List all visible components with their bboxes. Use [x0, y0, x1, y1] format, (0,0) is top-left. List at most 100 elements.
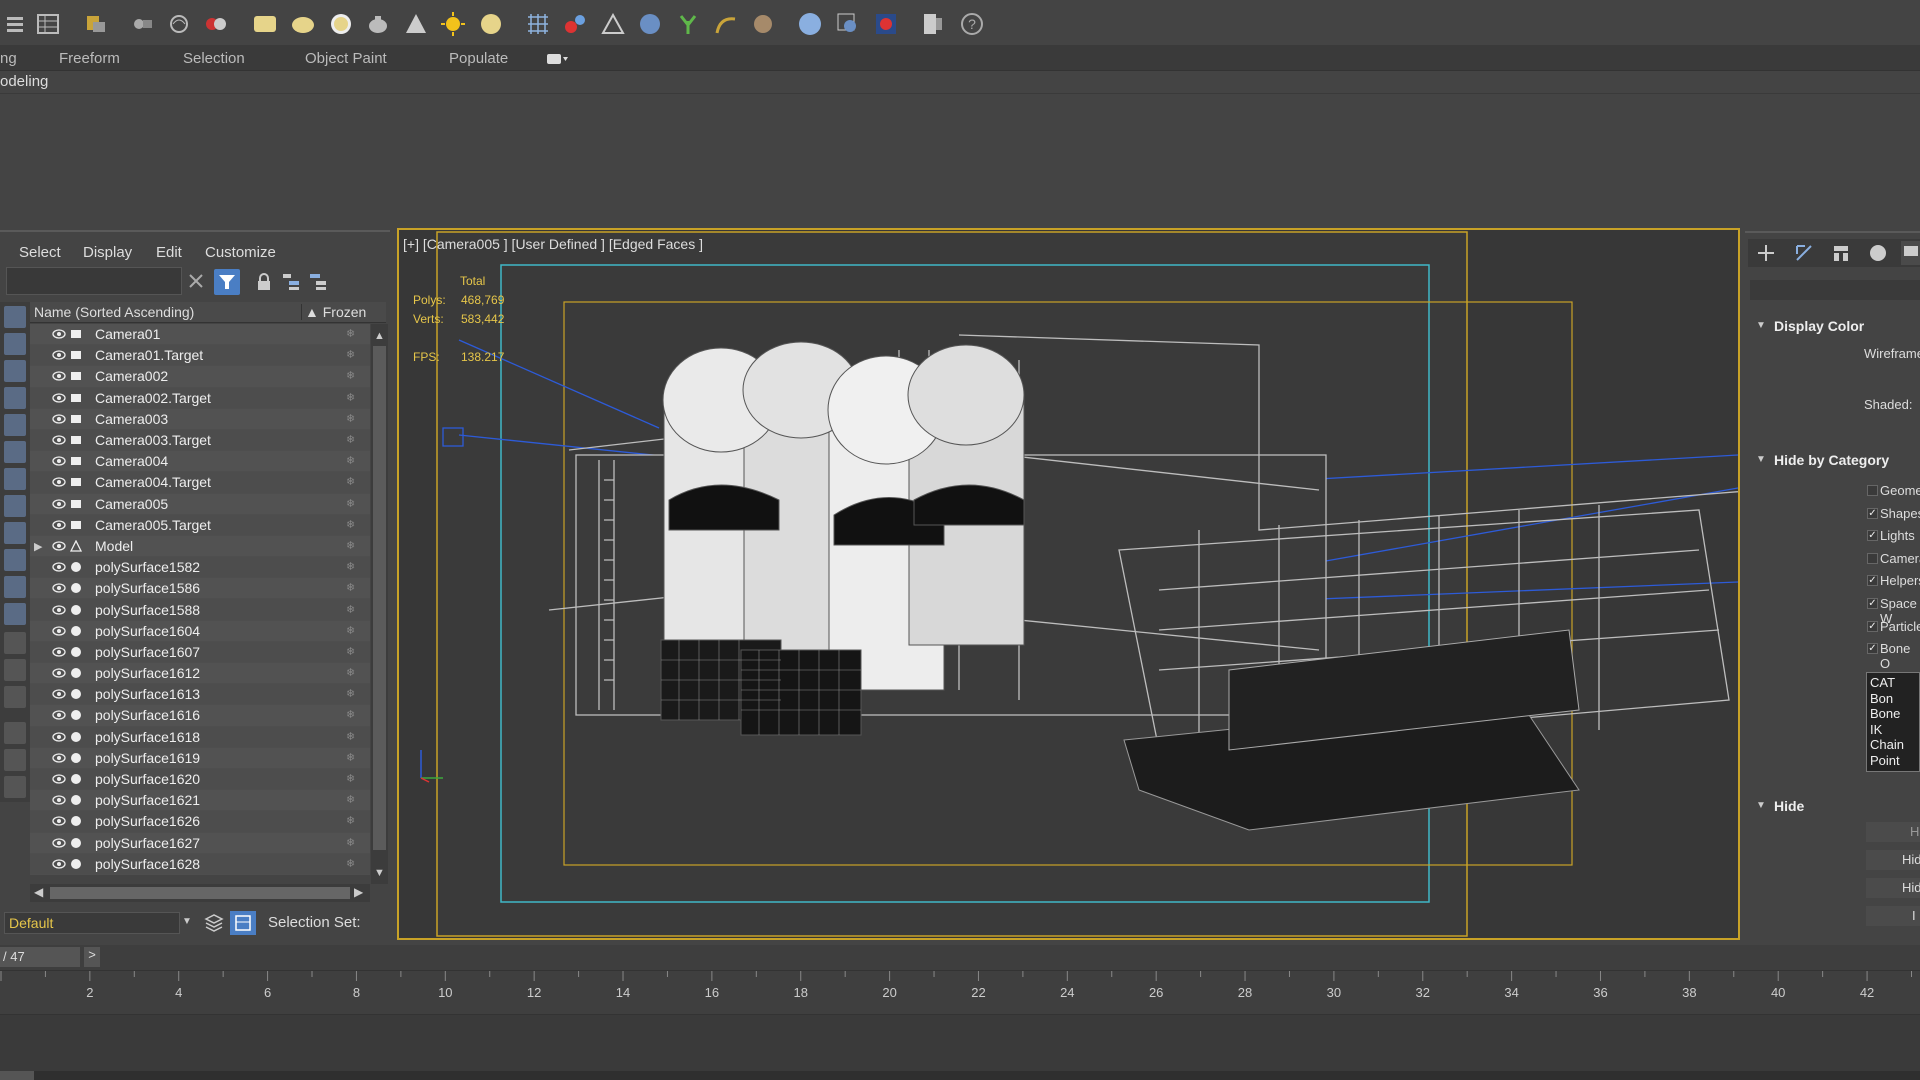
panel-name-field[interactable] [1750, 280, 1920, 300]
motion-tab-icon[interactable] [1868, 243, 1888, 263]
frozen-icon[interactable]: ❄ [346, 710, 356, 721]
list-item[interactable]: polySurface1621 ❄ [30, 790, 370, 812]
list-item[interactable]: polySurface1626 ❄ [30, 811, 370, 833]
expand-icon[interactable]: ▶ [34, 540, 42, 553]
collapse-icon[interactable]: ▼ [1756, 454, 1766, 465]
plant-icon[interactable] [675, 11, 701, 37]
collapse-icon[interactable]: ▼ [1756, 800, 1766, 811]
frozen-icon[interactable]: ❄ [346, 646, 356, 657]
list-item[interactable]: Camera003.Target ❄ [30, 429, 370, 452]
list-item[interactable]: Camera005.Target ❄ [30, 514, 370, 536]
tab-selection[interactable]: Selection [183, 50, 245, 67]
hide-by-hit-button[interactable]: I [1866, 906, 1920, 926]
list-horizontal-scrollbar[interactable]: ◀ ▶ [30, 884, 370, 902]
viewport[interactable] [397, 228, 1740, 940]
list-item[interactable]: polySurface1628 ❄ [30, 853, 370, 875]
scroll-left-icon[interactable]: ◀ [34, 885, 43, 899]
frozen-icon[interactable]: ❄ [346, 350, 356, 361]
frozen-icon[interactable]: ❄ [346, 371, 356, 382]
list-item[interactable]: polySurface1627 ❄ [30, 832, 370, 854]
bone-filter-icon[interactable] [4, 522, 26, 544]
light-filter-icon[interactable] [4, 360, 26, 382]
modify-tab-icon[interactable] [1794, 243, 1814, 263]
frozen-icon[interactable]: ❄ [346, 625, 356, 636]
frozen-filter-icon[interactable] [4, 576, 26, 598]
category-checkbox[interactable]: ✓ [1867, 598, 1878, 609]
group-filter-icon[interactable] [4, 468, 26, 490]
eye-icon[interactable] [52, 604, 66, 615]
hide-unselected-button[interactable]: Hid [1866, 850, 1920, 870]
eye-icon[interactable] [52, 689, 66, 699]
sun-icon[interactable] [440, 11, 466, 37]
frozen-icon[interactable]: ❄ [346, 392, 356, 403]
eye-icon[interactable] [52, 477, 66, 488]
track-view-icon[interactable] [130, 11, 156, 37]
bag-icon[interactable] [4, 776, 26, 798]
eye-icon[interactable] [52, 541, 66, 551]
hierarchy-icon[interactable] [282, 273, 300, 291]
frozen-icon[interactable]: ❄ [346, 668, 356, 679]
time-slider[interactable]: / 47 > [0, 945, 1920, 970]
eye-icon[interactable] [52, 456, 66, 466]
listbox-item[interactable]: Bone [1870, 706, 1919, 722]
scroll-right-icon[interactable]: ▶ [354, 885, 363, 899]
display-tab-icon[interactable] [1901, 241, 1920, 265]
list-item[interactable]: polySurface1586 ❄ [30, 578, 370, 600]
eye-icon[interactable] [52, 414, 66, 424]
list-item[interactable]: polySurface1582 ❄ [30, 557, 370, 579]
layer-tree-icon[interactable] [309, 273, 327, 291]
status-button[interactable] [0, 1071, 34, 1080]
list-item[interactable]: polySurface1616 ❄ [30, 705, 370, 727]
search-input[interactable] [6, 267, 182, 295]
category-checkbox[interactable]: ✓ [1867, 507, 1878, 519]
xref-filter-icon[interactable] [4, 495, 26, 517]
invert-filter-icon[interactable] [4, 686, 26, 708]
frozen-icon[interactable]: ❄ [346, 816, 356, 827]
rig-icon[interactable] [600, 11, 626, 37]
curve-editor-icon[interactable] [166, 11, 192, 37]
menu-display[interactable]: Display [83, 244, 132, 261]
eye-icon[interactable] [52, 583, 66, 593]
eye-icon[interactable] [52, 816, 66, 827]
list-item[interactable]: polySurface1604 ❄ [30, 620, 370, 642]
menu-customize[interactable]: Customize [205, 244, 276, 261]
document-icon[interactable] [920, 11, 946, 37]
eye-icon[interactable] [52, 626, 66, 636]
hierarchy-tab-icon[interactable] [1831, 243, 1851, 263]
collapse-icon[interactable]: ▼ [1756, 320, 1766, 331]
hscroll-thumb[interactable] [50, 887, 350, 899]
frozen-icon[interactable]: ❄ [346, 752, 356, 763]
chevron-down-icon[interactable]: ▼ [182, 916, 192, 927]
spacewarp-filter-icon[interactable] [4, 441, 26, 463]
frozen-icon[interactable]: ❄ [346, 477, 356, 488]
list-item[interactable]: polySurface1613 ❄ [30, 684, 370, 706]
track-bar[interactable]: 2468101214161820222426283032343638404244 [0, 970, 1920, 1015]
frozen-icon[interactable]: ❄ [346, 540, 356, 551]
all-filter-icon[interactable] [4, 632, 26, 654]
list-item[interactable]: polySurface1607 ❄ [30, 641, 370, 663]
menu-select[interactable]: Select [19, 244, 61, 261]
funnel-outline-icon[interactable] [4, 749, 26, 771]
frozen-icon[interactable]: ❄ [346, 329, 356, 340]
material-editor-icon[interactable] [252, 11, 278, 37]
list-item[interactable]: Camera005 ❄ [30, 493, 370, 515]
category-checkbox[interactable] [1867, 485, 1878, 496]
filter-icon[interactable] [214, 269, 240, 295]
frozen-icon[interactable]: ❄ [346, 689, 356, 700]
frozen-icon[interactable]: ❄ [346, 519, 356, 530]
frozen-icon[interactable]: ❄ [346, 731, 356, 742]
tab-populate[interactable]: Populate [449, 50, 508, 67]
list-item[interactable]: Camera01 ❄ [30, 324, 370, 346]
frozen-icon[interactable]: ❄ [346, 435, 356, 446]
eye-icon[interactable] [52, 435, 66, 445]
create-tab-icon[interactable] [1756, 243, 1776, 263]
layers-icon[interactable] [204, 913, 224, 933]
light-sphere-icon[interactable] [478, 11, 504, 37]
category-checkbox[interactable]: ✓ [1867, 530, 1878, 542]
list-item[interactable]: Camera003 ❄ [30, 408, 370, 430]
eye-icon[interactable] [52, 710, 66, 721]
particle-icon[interactable] [562, 11, 588, 37]
eye-icon[interactable] [52, 562, 66, 572]
list-item[interactable]: polySurface1612 ❄ [30, 663, 370, 685]
category-checkbox[interactable]: ✓ [1867, 575, 1878, 587]
